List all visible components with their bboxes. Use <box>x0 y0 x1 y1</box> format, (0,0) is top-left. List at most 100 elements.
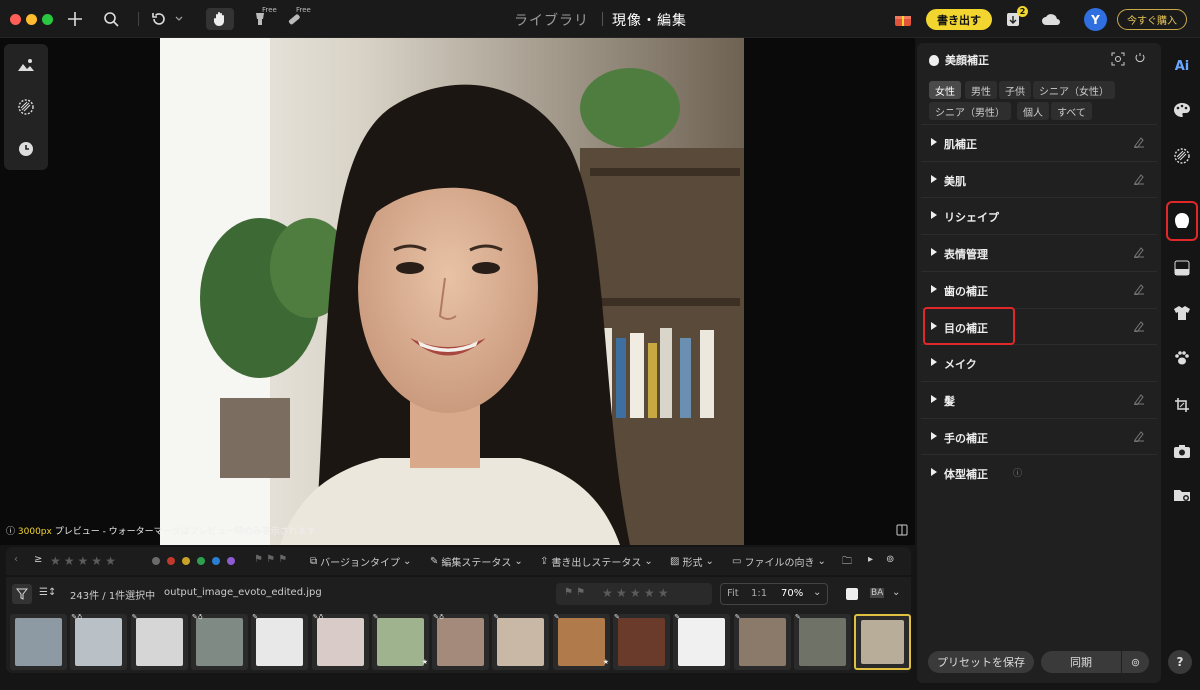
film-thumbnail[interactable]: ✎ <box>673 614 731 670</box>
color-label-dot[interactable] <box>212 557 220 565</box>
format-filter[interactable]: ▨ 形式 ⌄ <box>670 554 714 569</box>
reset-section-icon[interactable] <box>1133 430 1145 445</box>
tab-library[interactable]: ライブラリ <box>514 10 589 30</box>
retouch-section[interactable]: 表情管理 <box>921 234 1157 270</box>
reset-section-icon[interactable] <box>1133 136 1145 151</box>
close-window-button[interactable] <box>10 14 21 25</box>
reset-section-icon[interactable] <box>1133 393 1145 408</box>
color-label-dot[interactable] <box>227 557 235 565</box>
user-avatar[interactable]: Y <box>1084 8 1107 31</box>
star-icon[interactable]: ★ <box>602 586 613 600</box>
sync-button[interactable]: 同期 <box>1041 651 1121 673</box>
single-view-icon[interactable] <box>846 588 858 600</box>
pet-paw-icon[interactable] <box>1171 347 1193 369</box>
film-thumbnail[interactable]: ✎ <box>251 614 309 670</box>
zoom-level[interactable]: 70% <box>781 588 803 599</box>
retouch-section[interactable]: 体型補正 ⓘ <box>921 454 1157 490</box>
film-thumbnail[interactable]: ✎ <box>130 614 188 670</box>
help-icon[interactable]: ⓘ <box>1013 466 1022 479</box>
folder-icon[interactable]: 🗀 <box>842 554 852 571</box>
orientation-filter[interactable]: ▭ ファイルの向き ⌄ <box>732 554 826 569</box>
before-after-toggle[interactable]: BA <box>870 588 885 598</box>
preset-chip[interactable]: すべて <box>1051 102 1092 120</box>
preset-chip[interactable]: 個人 <box>1017 102 1049 120</box>
scenery-icon[interactable] <box>16 55 36 75</box>
film-thumbnail[interactable]: ✎ <box>552 614 610 670</box>
maximize-window-button[interactable] <box>42 14 53 25</box>
retouch-section[interactable]: メイク <box>921 344 1157 380</box>
reset-section-icon[interactable] <box>1133 320 1145 335</box>
auto-retouch-free-icon[interactable]: Free <box>248 6 277 30</box>
clothing-icon[interactable] <box>1171 302 1193 324</box>
reset-section-icon[interactable] <box>1133 283 1145 298</box>
star-icon[interactable]: ★ <box>78 554 89 568</box>
export-button[interactable]: 書き出す <box>926 9 992 30</box>
texture-icon[interactable] <box>16 97 36 117</box>
star-icon[interactable]: ★ <box>630 586 641 600</box>
rating-operator[interactable]: ≥ <box>34 554 42 565</box>
retouch-section[interactable]: 手の補正 <box>921 417 1157 454</box>
one-to-one-button[interactable]: 1:1 <box>751 588 767 599</box>
flag-icons[interactable]: ⚑ ⚑ <box>564 587 585 598</box>
chevron-down-icon[interactable]: ⌄ <box>813 587 821 598</box>
rating-filter-stars[interactable]: ★ ★ ★ ★ ★ <box>50 554 116 568</box>
preset-chip[interactable]: シニア（女性） <box>1033 81 1115 99</box>
chevron-down-icon[interactable] <box>172 8 186 30</box>
folder-settings-icon[interactable] <box>1171 484 1193 506</box>
film-thumbnail[interactable]: ✎ <box>793 614 851 670</box>
sync-settings-icon[interactable]: ⊚ <box>1122 651 1149 673</box>
history-icon[interactable] <box>16 139 36 159</box>
cloud-icon[interactable] <box>1040 8 1062 30</box>
search-icon[interactable] <box>100 8 122 30</box>
background-icon[interactable] <box>1171 257 1193 279</box>
tab-develop[interactable]: 現像・編集 <box>612 10 687 30</box>
ai-icon[interactable]: Ai <box>1171 55 1193 77</box>
preset-chip[interactable]: 子供 <box>999 81 1031 99</box>
color-label-dot[interactable] <box>197 557 205 565</box>
film-thumbnail[interactable]: ✎ <box>733 614 791 670</box>
star-icon[interactable]: ★ <box>644 586 655 600</box>
add-icon[interactable] <box>64 8 86 30</box>
chevron-right-icon[interactable]: ▸ <box>868 554 873 565</box>
film-thumbnail[interactable]: ✎♁ <box>70 614 128 670</box>
image-canvas[interactable]: ⓘ 3000px プレビュー - ウォーターマークはプレビュー時のみ表示されます <box>0 38 915 545</box>
crop-icon[interactable] <box>1171 394 1193 416</box>
patch-free-icon[interactable]: Free <box>282 6 311 30</box>
star-icon[interactable]: ★ <box>91 554 102 568</box>
film-thumbnail[interactable]: ✎♁ <box>311 614 369 670</box>
preset-chip[interactable]: 男性 <box>965 81 997 99</box>
buy-now-button[interactable]: 今すぐ購入 <box>1117 9 1187 30</box>
star-icon[interactable]: ★ <box>105 554 116 568</box>
edit-status-filter[interactable]: ✎ 編集ステータス ⌄ <box>430 554 523 569</box>
palette-icon[interactable] <box>1171 99 1193 121</box>
chevron-down-icon[interactable]: ⌄ <box>892 587 900 598</box>
retouch-section[interactable]: リシェイプ <box>921 197 1157 233</box>
retouch-section[interactable]: 髪 <box>921 380 1157 417</box>
fit-button[interactable]: Fit <box>727 588 739 599</box>
film-thumbnail[interactable]: ✎ <box>492 614 550 670</box>
undo-icon[interactable] <box>148 8 170 30</box>
settings-icon[interactable]: ⊚ <box>886 554 894 565</box>
color-label-dot[interactable] <box>182 557 190 565</box>
minimize-window-button[interactable] <box>26 14 37 25</box>
rating-stars[interactable]: ★ ★ ★ ★ ★ <box>602 586 669 600</box>
retouch-section[interactable]: 歯の補正 <box>921 270 1157 307</box>
split-view-icon[interactable] <box>896 524 908 539</box>
reset-section-icon[interactable] <box>1133 173 1145 188</box>
star-icon[interactable]: ★ <box>64 554 75 568</box>
face-detect-icon[interactable] <box>1111 52 1125 69</box>
film-thumbnail[interactable]: ✎ <box>371 614 429 670</box>
help-button[interactable]: ? <box>1168 650 1192 674</box>
color-label-dot[interactable] <box>167 557 175 565</box>
gift-icon[interactable] <box>892 8 914 30</box>
main-photo-portrait[interactable] <box>160 38 744 545</box>
texture-icon[interactable] <box>1171 145 1193 167</box>
film-thumbnail[interactable] <box>854 614 912 670</box>
retouch-section[interactable]: 肌補正 <box>921 124 1157 160</box>
version-type-filter[interactable]: ⧉ バージョンタイプ ⌄ <box>310 554 411 569</box>
sort-icon[interactable]: ☰↕ <box>39 587 56 598</box>
preset-chip[interactable]: シニア（男性） <box>929 102 1011 120</box>
flag-filter-icons[interactable]: ⚑ ⚑ ⚑ <box>254 554 287 565</box>
star-icon[interactable]: ★ <box>616 586 627 600</box>
chevron-left-icon[interactable]: ‹ <box>14 554 18 565</box>
